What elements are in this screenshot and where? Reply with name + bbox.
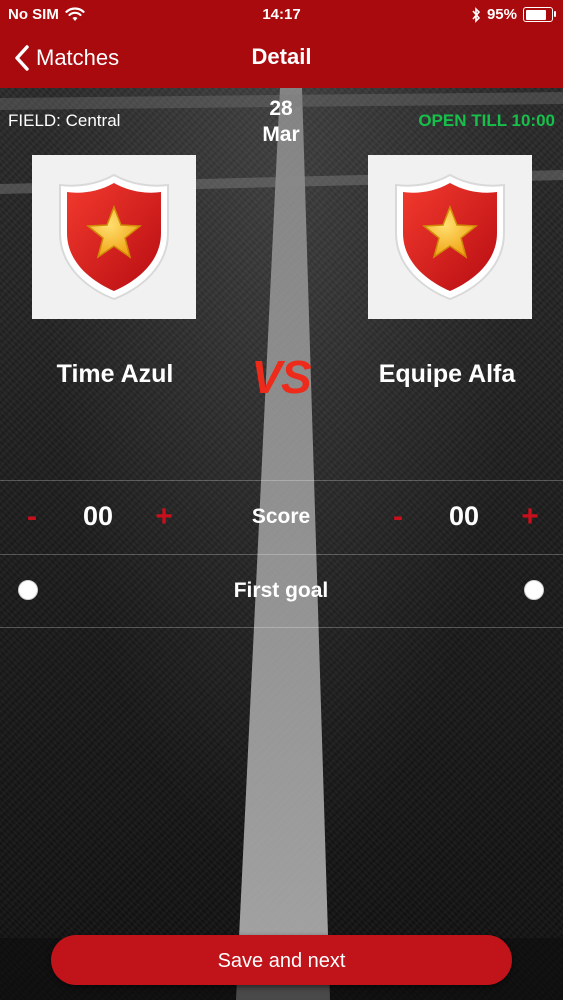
home-first-goal-radio[interactable] bbox=[18, 580, 38, 600]
home-score-increment-button[interactable]: + bbox=[146, 499, 182, 535]
home-team-name: Time Azul bbox=[56, 360, 174, 388]
battery-percent: 95% bbox=[486, 6, 517, 23]
status-right: 95% bbox=[471, 6, 556, 23]
first-goal-row: First goal bbox=[0, 555, 563, 627]
away-first-goal-radio[interactable] bbox=[524, 580, 544, 600]
open-till-badge: OPEN TILL 10:00 bbox=[418, 111, 555, 130]
away-score-value: 00 bbox=[448, 501, 480, 531]
battery-icon bbox=[523, 7, 556, 22]
home-team-logo bbox=[32, 155, 196, 319]
score-row: - 00 + Score - 00 + bbox=[0, 481, 563, 554]
divider bbox=[0, 627, 563, 628]
shield-star-icon bbox=[395, 173, 505, 301]
score-label: Score bbox=[251, 505, 311, 528]
away-team-name: Equipe Alfa bbox=[378, 360, 516, 388]
battery-fill bbox=[525, 9, 547, 20]
field-label: FIELD: Central bbox=[8, 111, 121, 130]
away-score-increment-button[interactable]: + bbox=[512, 499, 548, 535]
shield-star-icon bbox=[59, 173, 169, 301]
vs-label: VS bbox=[251, 351, 311, 403]
bluetooth-icon bbox=[472, 6, 481, 23]
away-score-decrement-button[interactable]: - bbox=[380, 499, 416, 535]
status-bar: No SIM 14:17 95% bbox=[0, 0, 563, 30]
home-score-decrement-button[interactable]: - bbox=[14, 499, 50, 535]
match-detail-screen: No SIM 14:17 95% Matches Detail FIELD: C… bbox=[0, 0, 563, 1000]
navigation-bar: Matches Detail bbox=[0, 30, 563, 88]
home-score-value: 00 bbox=[82, 501, 114, 531]
page-title: Detail bbox=[251, 44, 312, 69]
match-date: 28 Mar bbox=[231, 96, 331, 148]
away-team-logo bbox=[368, 155, 532, 319]
match-date-day: 28 bbox=[269, 97, 293, 120]
header: No SIM 14:17 95% Matches Detail bbox=[0, 0, 563, 88]
save-and-next-button[interactable]: Save and next bbox=[51, 935, 512, 985]
first-goal-label: First goal bbox=[233, 579, 329, 602]
match-date-month: Mar bbox=[262, 123, 300, 146]
